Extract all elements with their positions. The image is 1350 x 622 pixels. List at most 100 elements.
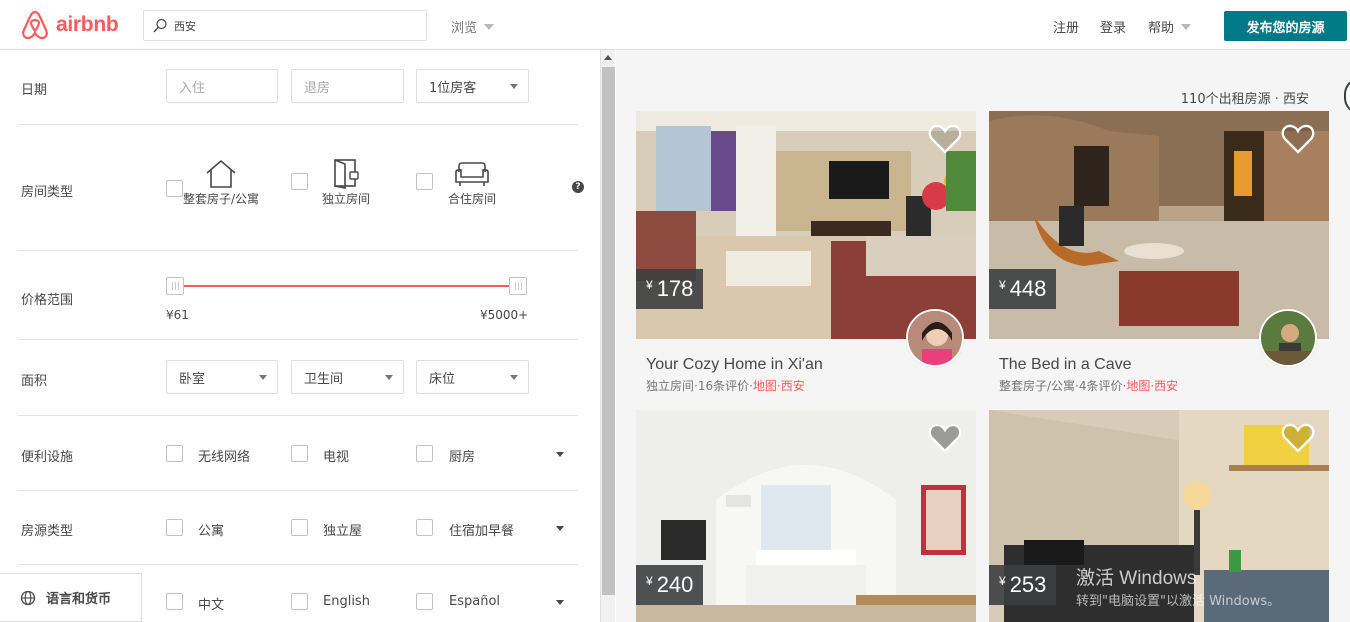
price-min-handle[interactable] [166,277,184,295]
location-search[interactable] [143,10,427,41]
beds-value: 床位 [429,371,456,387]
size-row: 面积 卧室 卫生间 床位 [18,340,578,416]
chevron-down-icon [1181,23,1192,30]
listing-photo[interactable]: ¥ 178 [636,111,976,339]
listing-meta: 独立房间·16条评价·地图·西安 [646,377,805,394]
listing-photo[interactable]: ¥ 448 [989,111,1329,339]
login-link[interactable]: 登录 [1100,17,1126,36]
map-link[interactable]: 地图·西安 [1126,379,1178,393]
results-panel: 110个出租房源 · 西安 ¥ 178 Your Cozy Home in Xi… [616,50,1350,622]
heart-icon[interactable] [928,123,962,155]
listing-meta-text: 独立房间·16条评价· [646,379,753,393]
tv-checkbox[interactable] [291,445,308,462]
price-label: 价格范围 [21,293,74,308]
house-label: 独立屋 [323,524,363,539]
door-icon [334,159,359,189]
spanish-checkbox[interactable] [416,593,433,610]
windows-activation-watermark: 激活 Windows [1076,568,1197,589]
search-input[interactable] [174,16,414,36]
listing-price: ¥ 240 [636,565,704,605]
guests-value: 1位房客 [429,80,477,96]
chevron-down-icon [259,375,267,380]
currency-symbol: ¥ [999,574,1006,588]
dates-row: 日期 入住 退房 1位房客 [18,50,578,125]
windows-activation-subtext: 转到"电脑设置"以激活 Windows。 [1076,594,1281,609]
listing-photo[interactable]: ¥ 240 [636,410,976,622]
house-checkbox[interactable] [291,519,308,536]
price-value: 178 [656,276,694,301]
expand-languages-icon[interactable] [556,600,564,605]
heart-icon[interactable] [1281,422,1315,454]
listing-title[interactable]: Your Cozy Home in Xi'an [646,356,823,374]
bathrooms-select[interactable]: 卫生间 [291,360,404,394]
house-icon [206,159,236,188]
listing-price: ¥ 253 [989,565,1057,605]
price-min: ¥61 [166,308,189,322]
help-icon[interactable]: ? [572,181,584,193]
language-currency-button[interactable]: 语言和货币 [0,573,142,622]
filter-panel: 日期 入住 退房 1位房客 房间类型 整套房子/公寓 独立房间 合住房间 ? 价… [0,50,600,622]
airbnb-logo[interactable]: airbnb [20,8,119,42]
english-checkbox[interactable] [291,593,308,610]
bnb-checkbox[interactable] [416,519,433,536]
property-type-row: 房源类型 公寓 独立屋 住宿加早餐 [18,491,578,565]
private-room-checkbox[interactable] [291,173,308,190]
price-value: 240 [656,572,694,597]
bedrooms-select[interactable]: 卧室 [166,360,278,394]
heart-icon[interactable] [1281,123,1315,155]
scroll-thumb[interactable] [602,67,615,595]
checkout-input[interactable]: 退房 [291,69,404,103]
filters-scrollbar[interactable] [600,50,615,622]
brand-name: airbnb [56,13,119,36]
listing-card[interactable]: ¥ 178 Your Cozy Home in Xi'an 独立房间·16条评价… [636,111,976,401]
price-max: ¥5000+ [480,308,529,322]
checkin-input[interactable]: 入住 [166,69,278,103]
help-menu[interactable]: 帮助 [1148,17,1192,36]
guests-select[interactable]: 1位房客 [416,69,529,103]
browse-label: 浏览 [451,21,478,36]
publish-listing-button[interactable]: 发布您的房源 [1224,11,1347,41]
price-value: 253 [1009,572,1047,597]
host-avatar[interactable] [1259,309,1317,367]
price-row: 价格范围 ¥61 ¥5000+ [18,251,578,340]
property-type-label: 房源类型 [21,524,74,539]
result-count: 110个出租房源 · 西安 [1180,92,1309,107]
kitchen-label: 厨房 [449,450,476,465]
currency-symbol: ¥ [646,278,653,292]
kitchen-checkbox[interactable] [416,445,433,462]
chinese-checkbox[interactable] [166,593,183,610]
english-label: English [323,594,370,609]
chevron-down-icon [484,23,495,30]
listing-meta-text: 整套房子/公寓·4条评价· [999,379,1127,393]
apartment-checkbox[interactable] [166,519,183,536]
browse-menu[interactable]: 浏览 [451,17,495,36]
wifi-label: 无线网络 [198,450,251,465]
listing-card[interactable]: ¥ 240 [636,410,976,622]
signup-link[interactable]: 注册 [1053,17,1079,36]
shared-room-label: 合住房间 [447,192,496,206]
dates-label: 日期 [21,83,48,98]
expand-property-type-icon[interactable] [556,526,564,531]
search-icon [153,18,167,33]
heart-icon[interactable] [928,422,962,454]
spanish-label: Español [449,594,501,609]
price-slider-track[interactable] [175,285,520,287]
beds-select[interactable]: 床位 [416,360,529,394]
map-link[interactable]: 地图·西安 [753,379,805,393]
language-currency-label: 语言和货币 [46,592,112,607]
shared-room-checkbox[interactable] [416,173,433,190]
room-type-row: 房间类型 整套房子/公寓 独立房间 合住房间 ? [18,125,584,251]
price-max-handle[interactable] [509,277,527,295]
listing-title[interactable]: The Bed in a Cave [999,356,1132,374]
chevron-down-icon [510,84,518,89]
expand-amenities-icon[interactable] [556,452,564,457]
host-avatar[interactable] [906,309,964,367]
host-photo [1261,311,1315,365]
scroll-up-arrow-icon[interactable] [604,55,612,60]
listing-price: ¥ 448 [989,269,1057,309]
globe-icon [20,590,36,605]
listing-card[interactable]: ¥ 448 The Bed in a Cave 整套房子/公寓·4条评价·地图·… [989,111,1329,401]
bnb-label: 住宿加早餐 [449,524,515,539]
host-photo [908,311,962,365]
wifi-checkbox[interactable] [166,445,183,462]
